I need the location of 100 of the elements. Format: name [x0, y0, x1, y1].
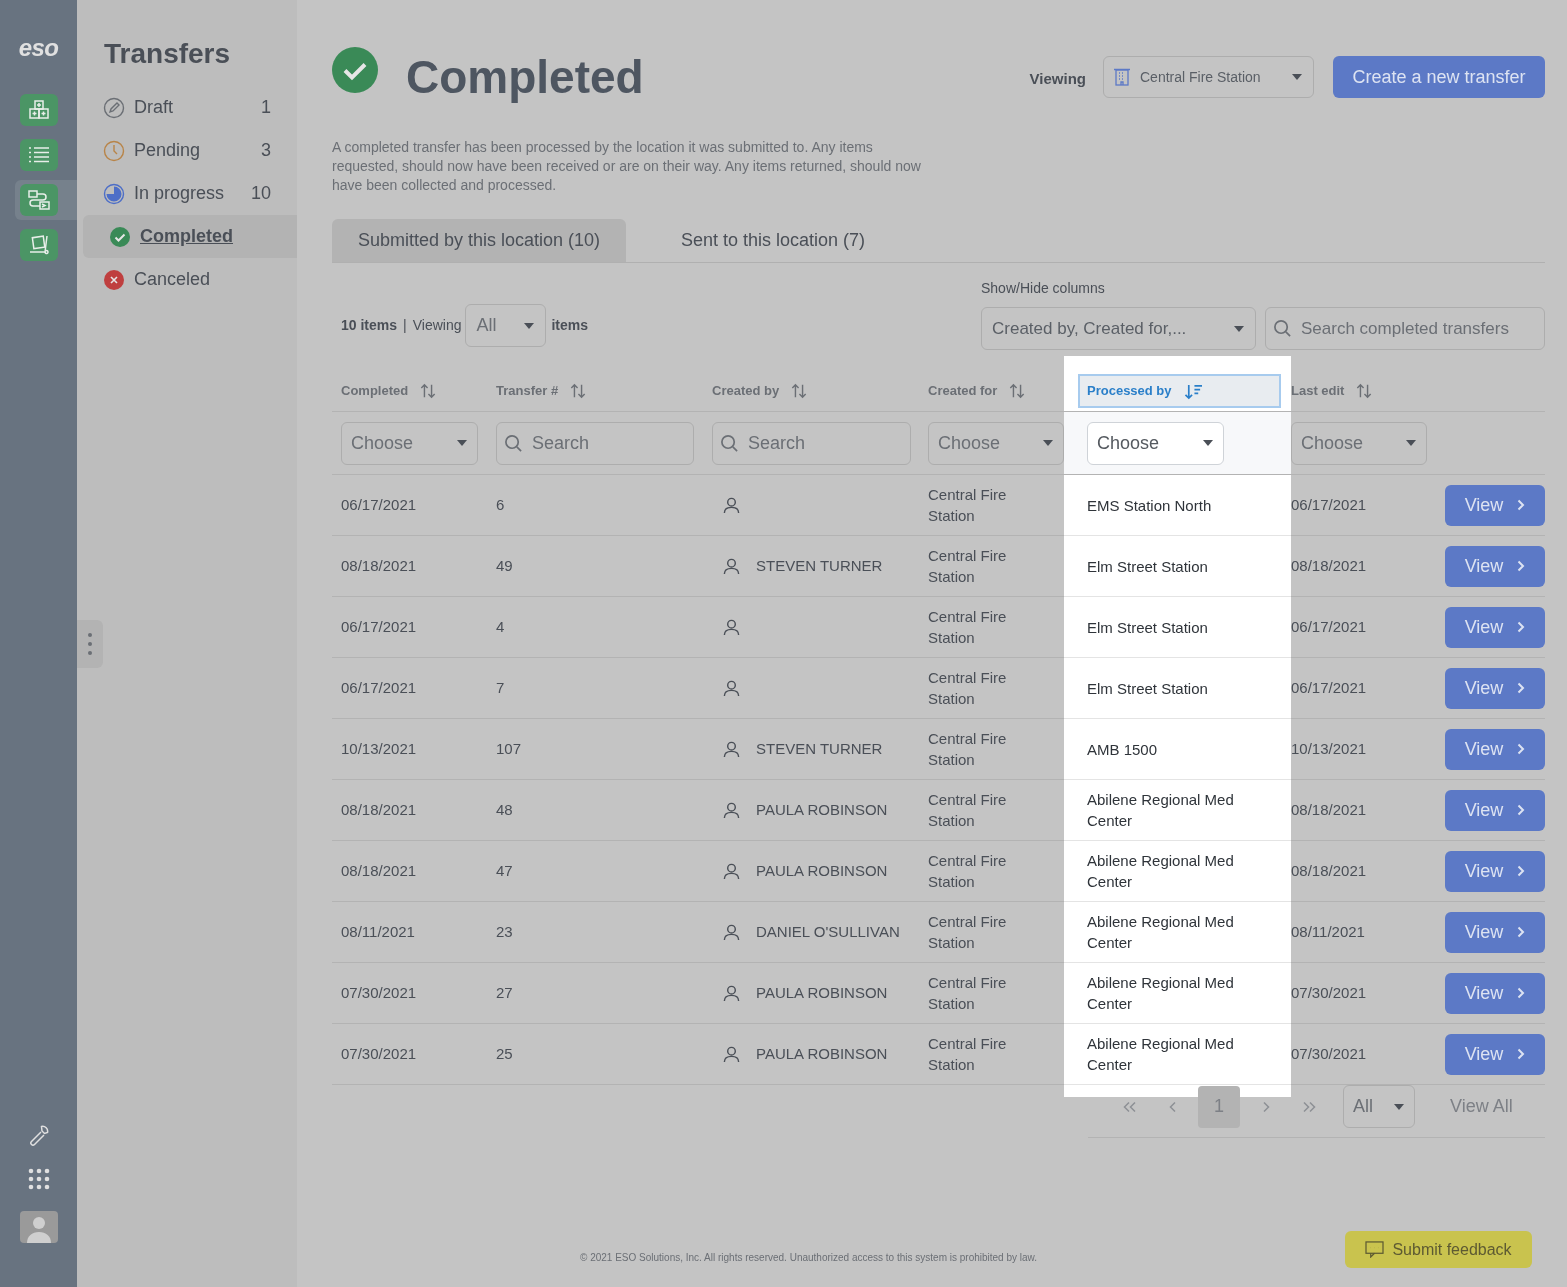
view-button[interactable]: View: [1445, 667, 1545, 709]
user-avatar[interactable]: [19, 1211, 58, 1243]
next-page-icon[interactable]: [1262, 1100, 1270, 1113]
table-cell-text: 08/11/2021: [341, 921, 415, 942]
sidebar-item-label: Draft: [134, 96, 173, 119]
table-cell-text: STEVEN TURNER: [756, 555, 883, 576]
chat-icon: [1365, 1241, 1385, 1258]
sidebar-item[interactable]: Canceled: [77, 258, 297, 301]
person-icon: [722, 800, 741, 820]
person-icon: [722, 556, 741, 576]
table-cell-text: Central Fire Station: [928, 729, 1008, 770]
last-page-icon[interactable]: [1302, 1100, 1317, 1113]
person-icon: [722, 495, 741, 515]
viewing-label: Viewing: [412, 316, 462, 335]
app-grid-icon[interactable]: [26, 1167, 51, 1191]
page-title: Completed: [406, 50, 644, 105]
transfers-nav-button[interactable]: [19, 184, 58, 216]
tab[interactable]: Sent to this location (7): [626, 219, 920, 262]
chevron-right-icon: [1517, 682, 1526, 694]
view-select[interactable]: All: [465, 304, 547, 347]
sidebar-item-label: Completed: [140, 225, 233, 248]
view-button[interactable]: View: [1445, 1033, 1545, 1075]
table-cell-text: Central Fire Station: [928, 485, 1008, 526]
person-icon: [722, 922, 741, 942]
table-cell-text: DANIEL O'SULLIVAN: [756, 921, 900, 942]
column-filter-select[interactable]: Choose: [341, 421, 478, 465]
sidebar-item[interactable]: In progress 10: [77, 172, 297, 215]
table-cell-text: 08/11/2021: [1291, 921, 1365, 942]
table-cell-text: Central Fire Station: [928, 851, 1008, 892]
view-button[interactable]: View: [1445, 728, 1545, 770]
location-select[interactable]: Central Fire Station: [1103, 56, 1314, 98]
page-size-select[interactable]: All: [1343, 1085, 1415, 1128]
previous-page-icon[interactable]: [1169, 1100, 1177, 1113]
column-header[interactable]: Created by: [712, 374, 808, 408]
inventory-nav-button[interactable]: [19, 94, 58, 126]
create-transfer-button[interactable]: Create a new transfer: [1333, 56, 1545, 98]
table-cell-text: Central Fire Station: [928, 546, 1008, 587]
person-icon: [722, 739, 741, 759]
table-cell-text: 7: [496, 677, 505, 698]
table-cell-text: 06/17/2021: [341, 494, 417, 515]
table-cell-text: 23: [496, 921, 513, 942]
chevron-right-icon: [1517, 804, 1526, 816]
table-cell-text: PAULA ROBINSON: [756, 1043, 888, 1064]
column-header[interactable]: Transfer #: [496, 374, 587, 408]
caret-icon: [1291, 73, 1303, 81]
column-header[interactable]: Last edit: [1291, 374, 1373, 408]
x-circle-icon: [103, 268, 125, 291]
chevron-right-icon: [1517, 499, 1526, 511]
table-cell-text: 27: [496, 982, 513, 1003]
column-header[interactable]: Completed: [341, 374, 437, 408]
sidebar-item-label: In progress: [134, 182, 225, 205]
resize-handle[interactable]: [77, 620, 103, 668]
table-cell-text: PAULA ROBINSON: [756, 982, 888, 1003]
table-cell-text: 10/13/2021: [341, 738, 417, 759]
chevron-right-icon: [1517, 1048, 1526, 1060]
person-icon: [722, 678, 741, 698]
tab[interactable]: Submitted by this location (10): [332, 219, 626, 262]
submit-feedback-button[interactable]: Submit feedback: [1345, 1231, 1532, 1268]
progress-pie-icon: [103, 182, 125, 205]
viewing-label: Viewing: [1029, 69, 1086, 89]
person-icon: [722, 1044, 741, 1064]
table-cell-text: 4: [496, 616, 505, 637]
search-field[interactable]: Search completed transfers: [1265, 307, 1545, 350]
sidebar-item[interactable]: Pending 3: [77, 129, 297, 172]
pencil-icon: [103, 96, 125, 119]
column-search-field[interactable]: Search: [496, 421, 694, 465]
column-search-field[interactable]: Search: [712, 421, 911, 465]
table-cell-text: 06/17/2021: [1291, 616, 1367, 637]
view-button[interactable]: View: [1445, 789, 1545, 831]
item-count: 10 items: [341, 316, 398, 335]
table-cell-text: 6: [496, 494, 505, 515]
chevron-right-icon: [1517, 865, 1526, 877]
sidebar-item-label: Canceled: [134, 268, 211, 291]
view-button[interactable]: View: [1445, 911, 1545, 953]
column-filter-select[interactable]: Choose: [1087, 421, 1224, 465]
view-button[interactable]: View: [1445, 972, 1545, 1014]
view-button[interactable]: View: [1445, 545, 1545, 587]
cart-nav-button[interactable]: [19, 229, 58, 261]
table-cell-text: 25: [496, 1043, 513, 1064]
sidebar-item[interactable]: Draft 1: [77, 86, 297, 129]
column-header[interactable]: Processed by: [1078, 374, 1281, 408]
columns-select[interactable]: Created by, Created for,...: [981, 307, 1256, 350]
column-header[interactable]: Created for: [928, 374, 1026, 408]
list-nav-button[interactable]: [19, 139, 58, 171]
view-all-link[interactable]: View All: [1450, 1093, 1513, 1120]
first-page-icon[interactable]: [1122, 1100, 1137, 1113]
table-cell-text: 07/30/2021: [341, 982, 417, 1003]
table-cell-text: 06/17/2021: [341, 616, 417, 637]
view-button[interactable]: View: [1445, 850, 1545, 892]
person-icon: [722, 617, 741, 637]
chevron-right-icon: [1517, 621, 1526, 633]
table-cell-text: 06/17/2021: [341, 677, 417, 698]
view-button[interactable]: View: [1445, 484, 1545, 526]
sidebar-title: Transfers: [103, 37, 232, 71]
column-filter-select[interactable]: Choose: [1291, 421, 1427, 465]
building-icon: [1114, 68, 1130, 86]
check-circle-icon: [109, 225, 131, 248]
table-cell-text: Central Fire Station: [928, 668, 1008, 709]
view-button[interactable]: View: [1445, 606, 1545, 648]
sidebar-item[interactable]: Completed: [83, 215, 297, 258]
